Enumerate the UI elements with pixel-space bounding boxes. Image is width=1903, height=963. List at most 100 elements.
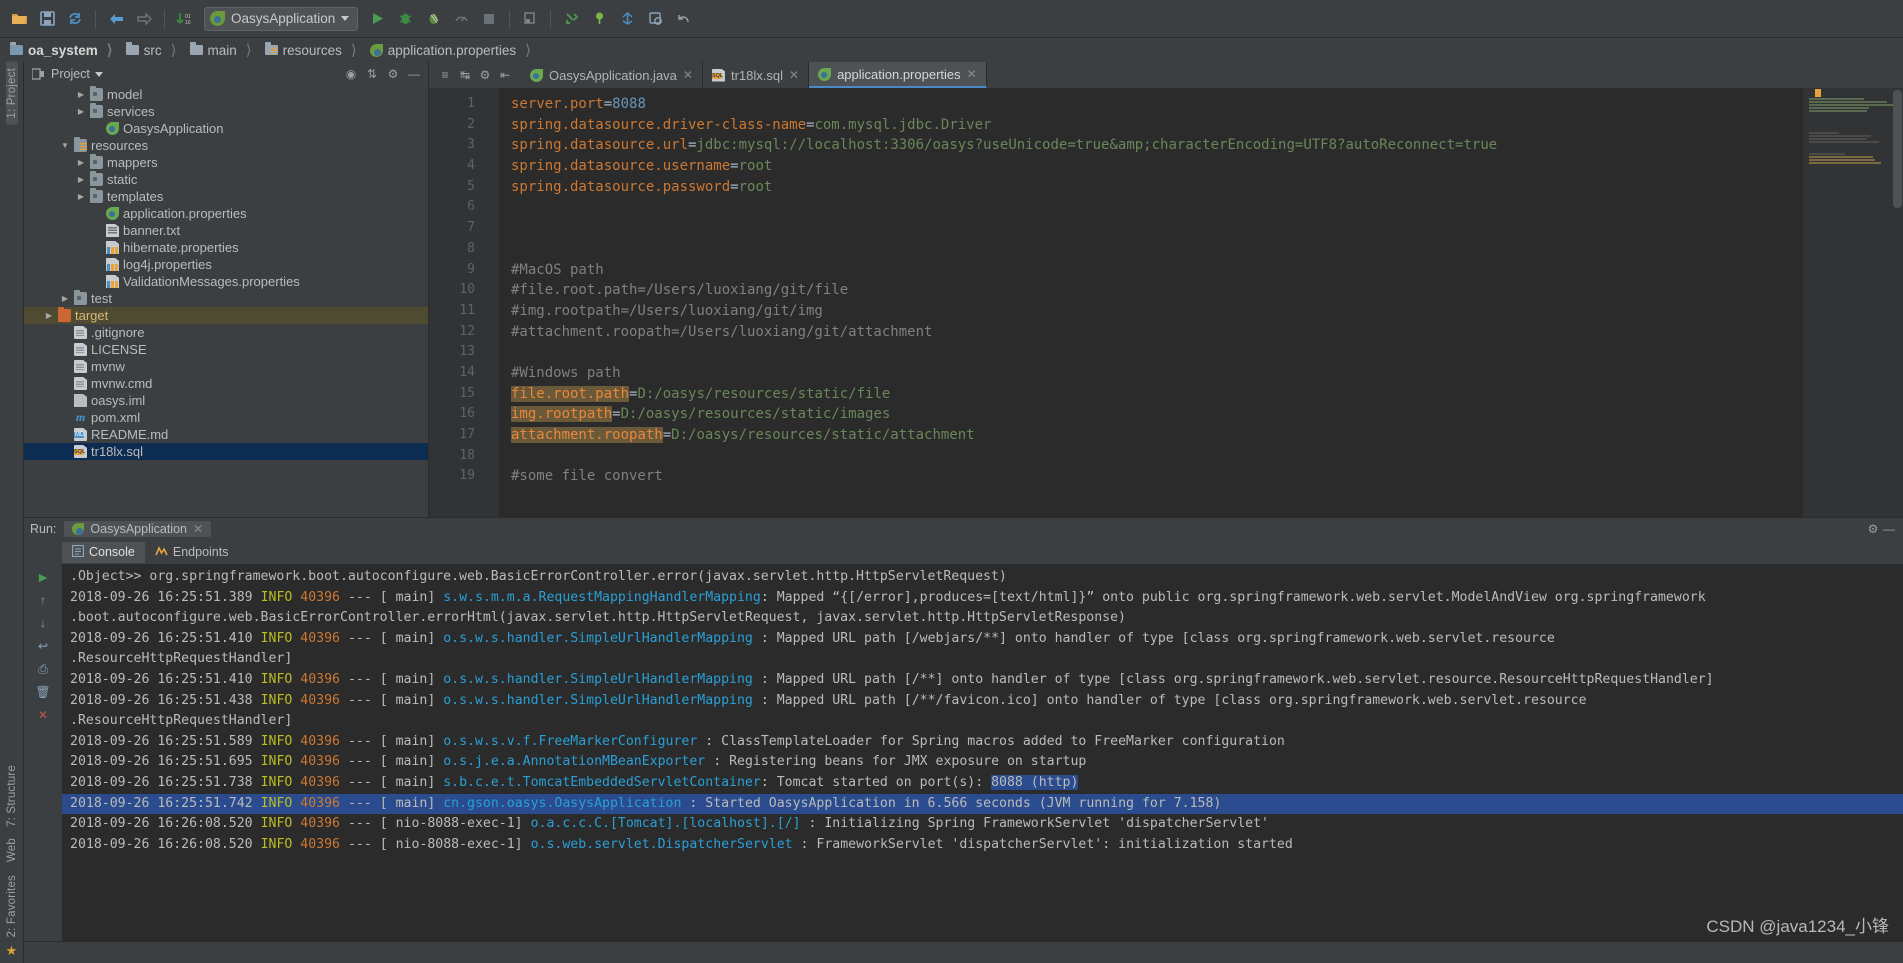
breadcrumb-item-resources[interactable]: resources ⟩ <box>261 38 366 62</box>
console-line[interactable]: 2018-09-26 16:25:51.410 INFO 40396 --- [… <box>62 629 1903 650</box>
undo-icon[interactable] <box>670 6 696 32</box>
fold-gutter[interactable] <box>485 88 499 517</box>
expand-all-icon[interactable]: ≡ <box>437 67 453 83</box>
favorites-star-icon[interactable]: ★ <box>6 943 18 963</box>
close-icon[interactable]: ✕ <box>683 68 693 82</box>
tree-item-templates[interactable]: ▶ templates <box>24 187 428 205</box>
console-line[interactable]: 2018-09-26 16:25:51.695 INFO 40396 --- [… <box>62 752 1903 773</box>
run-with-coverage-icon[interactable] <box>420 6 446 32</box>
chevron-down-icon[interactable]: ▼ <box>60 141 70 150</box>
chevron-right-icon[interactable]: ▶ <box>76 107 86 116</box>
code-content[interactable]: server.port=8088 spring.datasource.driver… <box>499 88 1903 517</box>
code-line[interactable]: #attachment.roopath=/Users/luoxiang/git/… <box>511 322 1903 343</box>
tree-item-services[interactable]: ▶ services <box>24 102 428 120</box>
editor-minimap[interactable] <box>1803 88 1903 517</box>
console-line[interactable]: 2018-09-26 16:25:51.589 INFO 40396 --- [… <box>62 732 1903 753</box>
code-line[interactable]: spring.datasource.username=root <box>511 156 1903 177</box>
close-icon[interactable]: ✕ <box>193 522 203 536</box>
code-line[interactable]: spring.datasource.password=root <box>511 177 1903 198</box>
stop-icon[interactable] <box>476 6 502 32</box>
code-line[interactable]: #file.root.path=/Users/luoxiang/git/file <box>511 280 1903 301</box>
forward-arrow-icon[interactable] <box>131 6 157 32</box>
sidebar-item-favorites[interactable]: 2: Favorites <box>6 869 18 943</box>
console-line[interactable]: .boot.autoconfigure.web.BasicErrorContro… <box>62 608 1903 629</box>
tree-item-target[interactable]: ▶ target <box>24 306 428 324</box>
expand-collapse-icon[interactable]: ⇅ <box>364 66 380 82</box>
sidebar-item-project[interactable]: 1: Project <box>5 62 18 125</box>
tree-item-static[interactable]: ▶ static <box>24 170 428 188</box>
console-line[interactable]: .Object>> org.springframework.boot.autoc… <box>62 567 1903 588</box>
close-icon[interactable]: ✕ <box>34 706 52 724</box>
tree-item-tr18lx-sql[interactable]: tr18lx.sql <box>24 443 428 460</box>
tree-item-mvnw[interactable]: mvnw <box>24 358 428 375</box>
open-folder-icon[interactable] <box>6 6 32 32</box>
scroll-up-icon[interactable]: ↑ <box>34 591 52 609</box>
soft-wrap-icon[interactable]: ↩ <box>34 637 52 655</box>
project-tree[interactable]: ▶ model ▶ services OasysApplication ▼ resource… <box>24 86 428 517</box>
sidebar-item-structure[interactable]: 7: Structure <box>6 759 18 833</box>
run-icon[interactable] <box>364 6 390 32</box>
console-line[interactable]: 2018-09-26 16:25:51.438 INFO 40396 --- [… <box>62 691 1903 712</box>
breadcrumb-item-project[interactable]: oa_system ⟩ <box>6 38 122 62</box>
code-line[interactable]: img.rootpath=D:/oasys/resources/static/i… <box>511 404 1903 425</box>
rerun-icon[interactable]: ► <box>34 568 52 586</box>
clear-all-icon[interactable]: 🗑 <box>34 683 52 701</box>
editor-tabs[interactable]: OasysApplication.java✕tr18lx.sql✕applica… <box>521 62 987 88</box>
vcs-update-icon[interactable] <box>558 6 584 32</box>
gear-icon[interactable]: ⚙ <box>385 66 401 82</box>
code-line[interactable] <box>511 342 1903 363</box>
code-line[interactable]: #MacOS path <box>511 260 1903 281</box>
search-everywhere-icon[interactable] <box>642 6 668 32</box>
tree-item-mappers[interactable]: ▶ mappers <box>24 153 428 171</box>
chevron-right-icon[interactable]: ▶ <box>60 294 70 303</box>
tree-item--gitignore[interactable]: .gitignore <box>24 324 428 341</box>
tree-item-log4j-properties[interactable]: log4j.properties <box>24 256 428 273</box>
code-line[interactable]: #Windows path <box>511 363 1903 384</box>
tree-item-resources[interactable]: ▼ resources <box>24 136 428 154</box>
save-icon[interactable] <box>34 6 60 32</box>
build-icon[interactable] <box>517 6 543 32</box>
console-line[interactable]: 2018-09-26 16:25:51.410 INFO 40396 --- [… <box>62 670 1903 691</box>
code-line[interactable]: server.port=8088 <box>511 94 1903 115</box>
tree-item-pom-xml[interactable]: m pom.xml <box>24 409 428 426</box>
tab-endpoints[interactable]: Endpoints <box>145 542 239 563</box>
console-line[interactable]: 2018-09-26 16:25:51.742 INFO 40396 --- [… <box>62 793 1903 815</box>
console-line[interactable]: .ResourceHttpRequestHandler] <box>62 649 1903 670</box>
gear-icon[interactable]: ⚙ <box>1865 521 1881 537</box>
sync-icon[interactable] <box>62 6 88 32</box>
debug-icon[interactable] <box>392 6 418 32</box>
breadcrumb-item-file[interactable]: application.properties ⟩ <box>366 38 540 62</box>
console-line[interactable]: .ResourceHttpRequestHandler] <box>62 711 1903 732</box>
code-line[interactable]: spring.datasource.driver-class-name=com.… <box>511 115 1903 136</box>
chevron-right-icon[interactable]: ▶ <box>76 175 86 184</box>
tree-item-banner-txt[interactable]: banner.txt <box>24 222 428 239</box>
tree-item-model[interactable]: ▶ model <box>24 86 428 103</box>
tree-item-validationmessages-properties[interactable]: ValidationMessages.properties <box>24 273 428 290</box>
tree-item-oasysapplication[interactable]: OasysApplication <box>24 120 428 137</box>
vcs-merge-icon[interactable] <box>614 6 640 32</box>
editor-tab-application-properties[interactable]: application.properties ✕ <box>809 62 987 88</box>
editor-tab-oasysapplication-java[interactable]: OasysApplication.java ✕ <box>521 62 703 88</box>
tree-item-oasys-iml[interactable]: oasys.iml <box>24 392 428 409</box>
chevron-down-icon[interactable] <box>94 71 103 77</box>
tree-item-hibernate-properties[interactable]: hibernate.properties <box>24 239 428 256</box>
close-icon[interactable]: ✕ <box>789 68 799 82</box>
chevron-right-icon[interactable]: ▶ <box>76 158 86 167</box>
console-line[interactable]: 2018-09-26 16:25:51.738 INFO 40396 --- [… <box>62 773 1903 794</box>
code-line[interactable]: spring.datasource.url=jdbc:mysql://local… <box>511 135 1903 156</box>
code-line[interactable]: #img.rootpath=/Users/luoxiang/git/img <box>511 301 1903 322</box>
code-line[interactable] <box>511 218 1903 239</box>
tree-item-mvnw-cmd[interactable]: mvnw.cmd <box>24 375 428 392</box>
collapse-all-icon[interactable]: ↹ <box>457 67 473 83</box>
hide-icon[interactable]: ― <box>406 66 422 82</box>
sidebar-item-web[interactable]: Web <box>6 832 18 868</box>
tree-item-readme-md[interactable]: README.md <box>24 426 428 443</box>
close-icon[interactable]: ✕ <box>967 67 977 81</box>
code-line[interactable] <box>511 446 1903 467</box>
code-line[interactable]: file.root.path=D:/oasys/resources/static… <box>511 384 1903 405</box>
code-line[interactable] <box>511 197 1903 218</box>
tree-item-application-properties[interactable]: application.properties <box>24 205 428 222</box>
code-line[interactable]: attachment.roopath=D:/oasys/resources/st… <box>511 425 1903 446</box>
hide-icon[interactable]: ― <box>1881 521 1897 537</box>
run-configuration-selector[interactable]: OasysApplication <box>204 6 359 31</box>
